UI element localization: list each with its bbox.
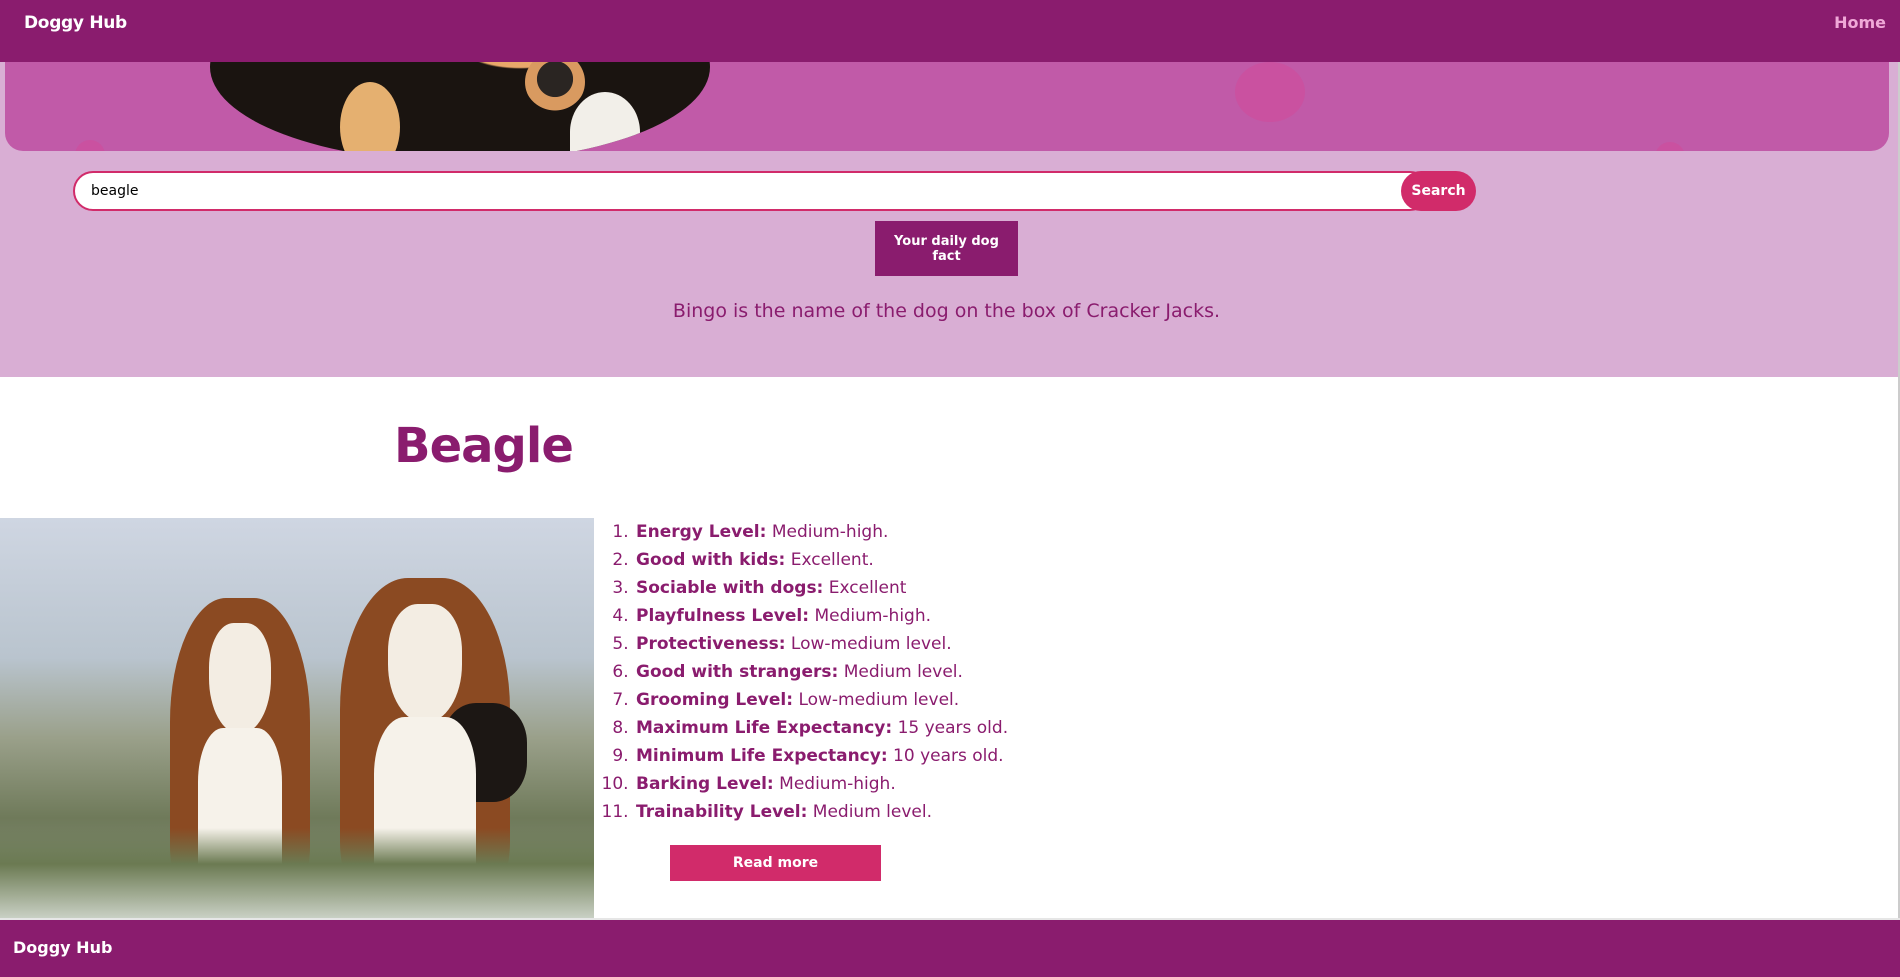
trait-value: Medium-high. <box>814 606 932 626</box>
trait-label: Trainability Level: <box>636 802 808 822</box>
trait-value: Excellent <box>828 578 907 598</box>
trait-label: Maximum Life Expectancy: <box>636 718 893 738</box>
daily-fact-text: Bingo is the name of the dog on the box … <box>672 300 1221 322</box>
trait-item: Sociable with dogs: Excellent <box>634 574 1008 602</box>
trait-item: Grooming Level: Low-medium level. <box>634 686 1008 714</box>
trait-item: Trainability Level: Medium level. <box>634 798 1008 826</box>
trait-value: 15 years old. <box>897 718 1009 738</box>
breed-photo <box>0 518 594 918</box>
brand-logo[interactable]: Doggy Hub <box>24 13 127 33</box>
trait-value: Low-medium level. <box>790 634 952 654</box>
search-input[interactable] <box>73 171 1430 211</box>
paw-print-decoration <box>75 140 105 151</box>
trait-value: Low-medium level. <box>798 690 960 710</box>
trait-item: Energy Level: Medium-high. <box>634 518 1008 546</box>
trait-value: Medium-high. <box>779 774 896 794</box>
dog-snout <box>525 62 585 112</box>
footer: Doggy Hub <box>0 920 1900 977</box>
trait-value: Excellent. <box>790 550 874 570</box>
hero-dog-photo <box>210 62 710 151</box>
breed-title: Beagle <box>394 418 574 474</box>
paw-print-decoration <box>1655 142 1685 151</box>
trait-label: Barking Level: <box>636 774 774 794</box>
trait-label: Sociable with dogs: <box>636 578 824 598</box>
dog-tan-patch <box>340 82 400 151</box>
top-navbar: Doggy Hub Home <box>0 0 1900 62</box>
daily-fact-button[interactable]: Your daily dog fact <box>875 221 1018 276</box>
trait-label: Protectiveness: <box>636 634 786 654</box>
trait-label: Good with kids: <box>636 550 786 570</box>
dog-white-chest <box>570 92 640 151</box>
paw-print-decoration <box>1235 62 1305 122</box>
trait-item: Minimum Life Expectancy: 10 years old. <box>634 742 1008 770</box>
trait-item: Good with kids: Excellent. <box>634 546 1008 574</box>
trait-label: Energy Level: <box>636 522 767 542</box>
search-button[interactable]: Search <box>1401 171 1476 211</box>
trait-value: 10 years old. <box>893 746 1004 766</box>
trait-value: Medium-high. <box>771 522 889 542</box>
trait-item: Protectiveness: Low-medium level. <box>634 630 1008 658</box>
trait-label: Minimum Life Expectancy: <box>636 746 888 766</box>
breed-traits-list: Energy Level: Medium-high.Good with kids… <box>612 518 1008 826</box>
trait-value: Medium level. <box>843 662 963 682</box>
trait-label: Grooming Level: <box>636 690 794 710</box>
trait-value: Medium level. <box>812 802 932 822</box>
hero-banner <box>5 62 1889 151</box>
trait-label: Good with strangers: <box>636 662 839 682</box>
read-more-button[interactable]: Read more <box>670 845 881 881</box>
trait-item: Barking Level: Medium-high. <box>634 770 1008 798</box>
home-link[interactable]: Home <box>1834 13 1886 32</box>
grass-foreground <box>0 828 594 918</box>
trait-item: Playfulness Level: Medium-high. <box>634 602 1008 630</box>
trait-item: Maximum Life Expectancy: 15 years old. <box>634 714 1008 742</box>
footer-brand: Doggy Hub <box>13 938 113 957</box>
trait-label: Playfulness Level: <box>636 606 810 626</box>
trait-item: Good with strangers: Medium level. <box>634 658 1008 686</box>
